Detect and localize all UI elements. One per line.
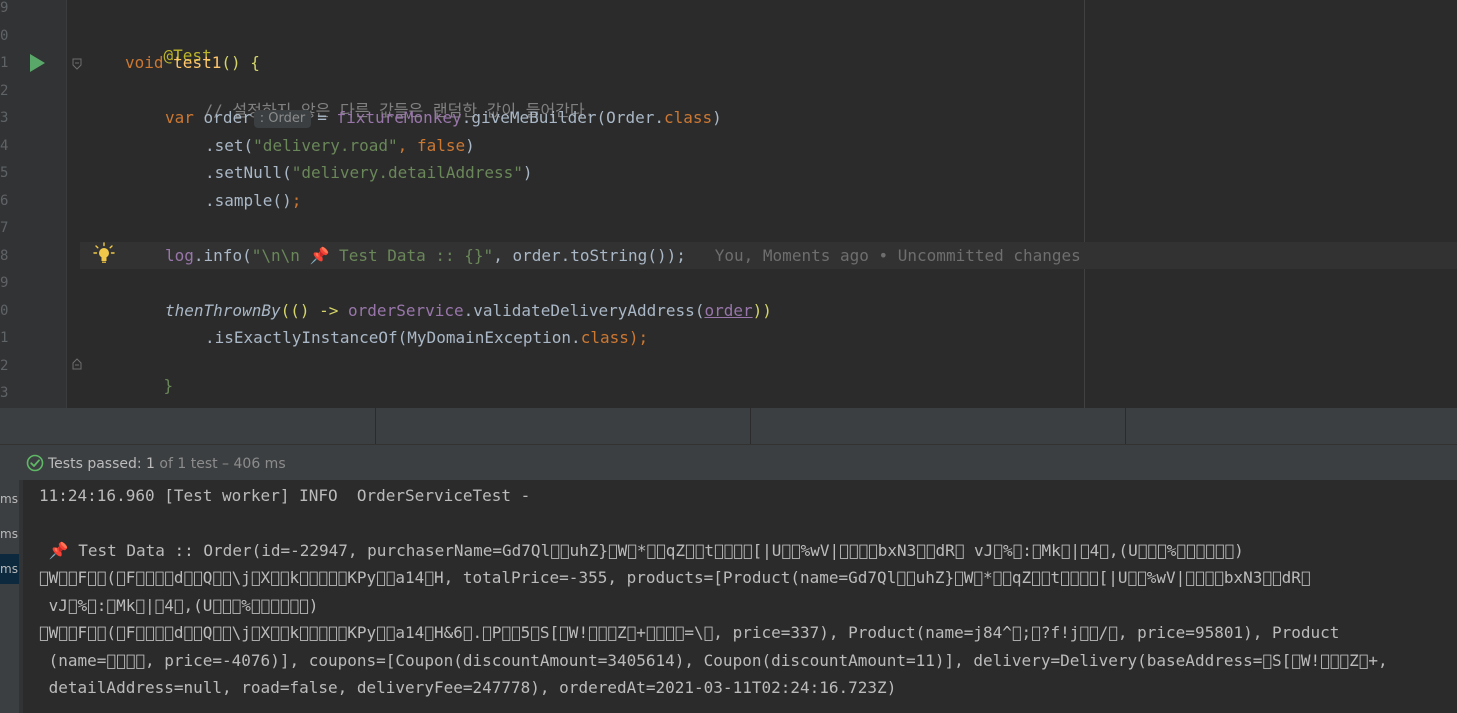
console-line: (name=    , price=-4076)], coupons=[Coup… — [39, 651, 1388, 670]
field-token: log — [165, 246, 194, 265]
punct-token: ) — [712, 108, 722, 127]
keyword-token: class — [580, 328, 629, 347]
variable-token: order — [203, 108, 252, 127]
line-number: 4 — [0, 138, 9, 154]
line-number: 0 — [0, 303, 9, 319]
code-line[interactable]: .setNull("delivery.detailAddress") — [205, 163, 533, 183]
method-name-token: thenThrownBy — [165, 301, 281, 320]
call-token: .info( — [193, 246, 252, 265]
call-token: .sample() — [205, 191, 292, 210]
keyword-token: false — [416, 136, 466, 155]
string-token: "\n\n 📌 Test Data :: {}" — [251, 246, 494, 265]
tests-passed-summary: Tests passed: 1 of 1 test – 406 ms — [48, 455, 286, 473]
tests-total-duration: of 1 test – 406 ms — [154, 456, 286, 472]
code-line[interactable]: var order: Order = fixtureMonkey.giveMeBu… — [165, 108, 722, 128]
console-line: vJ % : Mk | 4 ,(U   %      ) — [39, 596, 319, 615]
lightbulb-icon[interactable] — [93, 242, 115, 264]
console-splitter[interactable] — [19, 480, 23, 713]
test-tree-item-selected[interactable]: ms — [0, 554, 19, 584]
fold-icon[interactable] — [72, 58, 82, 70]
punct-token: () { — [221, 53, 260, 72]
code-line[interactable]: .isExactlyInstanceOf(MyDomainException.c… — [205, 328, 648, 348]
run-test-icon[interactable] — [30, 54, 45, 72]
line-number: 7 — [0, 220, 9, 236]
code-line[interactable]: log.info("\n\n 📌 Test Data :: {}", order… — [165, 246, 1081, 266]
line-number: 9 — [0, 275, 9, 291]
tool-window-tabstrip — [0, 408, 1457, 444]
line-number: 0 — [0, 28, 9, 44]
variable-reference-token: order — [704, 301, 753, 320]
call-token: .giveMeBuilder(Order. — [461, 108, 664, 127]
console-line: detailAddress=null, road=false, delivery… — [39, 678, 897, 697]
line-number: 3 — [0, 110, 9, 126]
tests-passed-count: 1 — [146, 456, 155, 472]
punct-token: , — [397, 136, 417, 155]
tab-divider — [375, 408, 376, 444]
tab-divider — [750, 408, 751, 444]
tests-passed-label: Tests passed: — [48, 456, 147, 472]
test-tree-panel[interactable]: ms ms ms — [0, 480, 19, 713]
punct-token: )) — [752, 301, 772, 320]
tab-divider — [1125, 408, 1126, 444]
line-number: 1 — [0, 55, 9, 71]
code-line[interactable]: .sample(); — [205, 191, 301, 211]
test-tree-item[interactable]: ms — [0, 519, 19, 549]
console-line:  W  F  ( F    d  Q  \j X  k     KPy  a14… — [39, 623, 1340, 642]
code-line[interactable]: void test1() { — [125, 53, 260, 73]
line-number: 6 — [0, 193, 9, 209]
line-number: 2 — [0, 83, 9, 99]
call-token: .validateDeliveryAddress( — [463, 301, 705, 320]
punct-token: ) — [522, 163, 533, 182]
line-number: 2 — [0, 358, 9, 374]
lambda-token: (() -> — [280, 301, 349, 320]
method-name-token: test1 — [173, 53, 222, 72]
fold-icon[interactable] — [72, 358, 82, 370]
keyword-token: class — [663, 108, 713, 127]
check-circle-icon — [26, 454, 44, 472]
console-line: 📌 Test Data :: Order(id=-22947, purchase… — [39, 541, 1244, 560]
call-token: , order.toString()); — [493, 246, 686, 265]
punct-token: ; — [291, 191, 302, 210]
console-line: 11:24:16.960 [Test worker] INFO OrderSer… — [39, 486, 531, 505]
operator-token: = — [317, 108, 337, 127]
closing-brace-token: } — [163, 376, 174, 395]
test-tree-item[interactable]: ms — [0, 484, 19, 514]
line-number: 8 — [0, 248, 9, 264]
test-status-bar: Tests passed: 1 of 1 test – 406 ms — [0, 444, 1457, 481]
call-token: .setNull( — [205, 163, 292, 182]
line-number: 1 — [0, 330, 9, 346]
git-blame-annotation[interactable]: You, Moments ago • Uncommitted changes — [715, 246, 1081, 265]
punct-token: ) — [465, 136, 475, 155]
code-line[interactable]: thenThrownBy(() -> orderService.validate… — [165, 301, 772, 321]
punct-token: ); — [628, 328, 649, 347]
right-margin-guide — [1084, 0, 1085, 408]
code-line[interactable]: } — [125, 356, 174, 416]
string-token: "delivery.detailAddress" — [291, 163, 523, 182]
call-token: .isExactlyInstanceOf(MyDomainException. — [205, 328, 581, 347]
keyword-token: var — [165, 108, 194, 127]
gutter-separator — [66, 0, 67, 408]
line-number: 9 — [0, 0, 9, 16]
code-line[interactable]: .set("delivery.road", false) — [205, 136, 475, 156]
line-number: 5 — [0, 165, 9, 181]
console-line:  W  F  ( F    d  Q  \j X  k     KPy  a14… — [39, 568, 1311, 587]
keyword-token: void — [125, 53, 164, 72]
string-token: "delivery.road" — [253, 136, 398, 155]
field-token: fixtureMonkey — [336, 108, 462, 127]
field-token: orderService — [348, 301, 464, 320]
code-editor[interactable]: 9 0 1 2 3 4 5 6 7 8 9 0 1 2 3 @Test void… — [0, 0, 1457, 408]
call-token: .set( — [205, 136, 254, 155]
type-inlay-hint: : Order — [253, 110, 312, 128]
line-number: 3 — [0, 385, 9, 401]
test-console[interactable]: ms ms ms 11:24:16.960 [Test worker] INFO… — [0, 480, 1457, 713]
